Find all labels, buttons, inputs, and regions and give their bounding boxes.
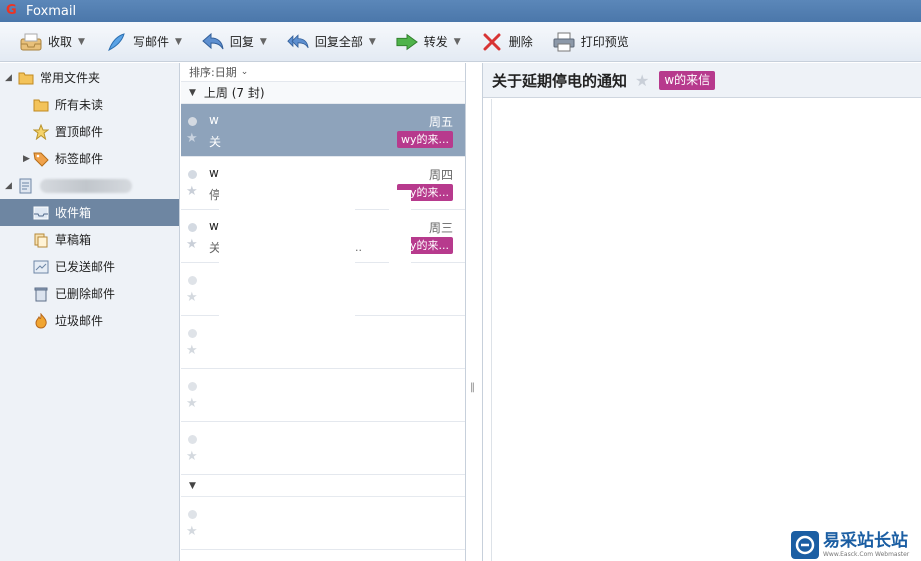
sidebar-item-all-unread[interactable]: 所有未读 [0,91,179,118]
list-item[interactable]: ★ [181,316,465,369]
message-subject: 关于延期停电的通知 [492,71,628,90]
sidebar-item-pinned[interactable]: 置顶邮件 [0,118,179,145]
star-icon[interactable]: ★ [186,290,198,305]
account-name-redacted [40,178,132,193]
star-icon[interactable]: ★ [186,343,198,358]
redacted-area [219,176,355,316]
watermark-emblem-icon [791,531,819,559]
collapse-triangle-icon[interactable]: ▼ [189,481,196,491]
toolbar: 收取 ▼ 写邮件 ▼ 回复 ▼ 回复全部 ▼ 转发 ▼ 删除 打印预览 [0,22,921,62]
expand-toggle-icon[interactable]: ▶ [23,154,30,164]
title-bar: G Foxmail [0,0,921,22]
star-icon[interactable]: ★ [186,184,198,199]
sidebar-item-drafts[interactable]: 草稿箱 [0,226,179,253]
chevron-down-icon[interactable]: ▼ [454,37,461,47]
pane-splitter-handle[interactable]: ‖ [470,382,475,393]
read-status-icon[interactable] [188,276,197,285]
message-body[interactable] [491,99,921,561]
tag-icon [33,151,49,167]
sent-icon [33,259,49,275]
read-status-icon[interactable] [188,170,197,179]
inbox-tray-icon [20,32,42,52]
read-status-icon[interactable] [188,223,197,232]
folder-icon [18,70,34,86]
print-preview-button[interactable]: 打印预览 [547,28,635,56]
account-icon [18,178,34,194]
foxmail-logo-icon: G [6,3,17,18]
star-icon[interactable]: ★ [186,237,198,252]
watermark-logo: 易采站长站 Www.Easck.Com Webmaster [787,529,921,561]
reply-all-arrow-icon [287,32,309,52]
chevron-down-icon[interactable]: ▼ [369,37,376,47]
inbox-icon [33,205,49,221]
list-item[interactable]: ★ [181,422,465,475]
sidebar-account[interactable]: ◢ [0,172,179,199]
flame-icon [33,312,49,329]
forward-button[interactable]: 转发 ▼ [390,28,467,56]
expand-toggle-icon[interactable]: ◢ [5,181,12,191]
draft-icon [33,232,49,248]
chevron-down-icon[interactable]: ▼ [260,37,267,47]
reply-all-button[interactable]: 回复全部 ▼ [281,28,382,56]
redacted-area [389,190,411,315]
reading-pane: 关于延期停电的通知 ★ w的来信 [482,63,921,561]
read-status-icon[interactable] [188,117,197,126]
reply-arrow-icon [202,32,224,52]
tag-badge[interactable]: w的来信 [659,70,716,90]
list-item[interactable]: ★ [181,369,465,422]
collapse-triangle-icon[interactable]: ▼ [189,88,196,98]
list-item[interactable]: ★ [181,497,465,550]
message-list: 排序:日期 ⌄ ▼ 上周 (7 封) ★ w 关 周五 wy的来... ★ w … [181,63,466,561]
folder-sidebar: ◢ 常用文件夹 所有未读 置顶邮件 ▶ 标签邮件 ◢ 收件箱 草稿箱 已发送邮件… [0,63,180,561]
read-status-icon[interactable] [188,329,197,338]
star-icon[interactable]: ★ [186,449,198,464]
forward-arrow-icon [396,32,418,52]
star-icon [33,123,49,140]
sidebar-item-sent[interactable]: 已发送邮件 [0,253,179,280]
list-item[interactable]: ★ w 关 周五 wy的来... [181,104,465,157]
delete-x-icon [481,32,503,52]
tag-badge: wy的来... [397,131,453,148]
star-icon[interactable]: ★ [186,396,198,411]
star-icon[interactable]: ★ [635,71,649,90]
read-status-icon[interactable] [188,435,197,444]
chevron-down-icon[interactable]: ▼ [175,37,182,47]
expand-toggle-icon[interactable]: ◢ [5,73,12,83]
read-status-icon[interactable] [188,510,197,519]
reading-pane-header: 关于延期停电的通知 ★ w的来信 [483,63,921,98]
app-title: Foxmail [26,3,77,19]
star-icon[interactable]: ★ [186,524,198,539]
star-icon[interactable]: ★ [186,131,198,146]
compose-button[interactable]: 写邮件 ▼ [99,28,188,56]
sidebar-item-junk[interactable]: 垃圾邮件 [0,307,179,334]
printer-icon [553,32,575,52]
receive-button[interactable]: 收取 ▼ [14,28,91,56]
folder-icon [33,97,49,113]
feather-pen-icon [105,32,127,52]
sidebar-item-inbox[interactable]: 收件箱 [0,199,179,226]
chevron-down-icon: ⌄ [240,67,249,77]
read-status-icon[interactable] [188,382,197,391]
trash-icon [33,286,49,302]
sidebar-item-common-folders[interactable]: ◢ 常用文件夹 [0,64,179,91]
sort-selector[interactable]: 排序:日期 ⌄ [181,63,465,82]
sidebar-item-deleted[interactable]: 已删除邮件 [0,280,179,307]
chevron-down-icon[interactable]: ▼ [78,37,85,47]
sidebar-item-tagged[interactable]: ▶ 标签邮件 [0,145,179,172]
delete-button[interactable]: 删除 [475,28,539,56]
group-header[interactable]: ▼ 上周 (7 封) [181,82,465,104]
reply-button[interactable]: 回复 ▼ [196,28,273,56]
group-header[interactable]: ▼ [181,475,465,497]
